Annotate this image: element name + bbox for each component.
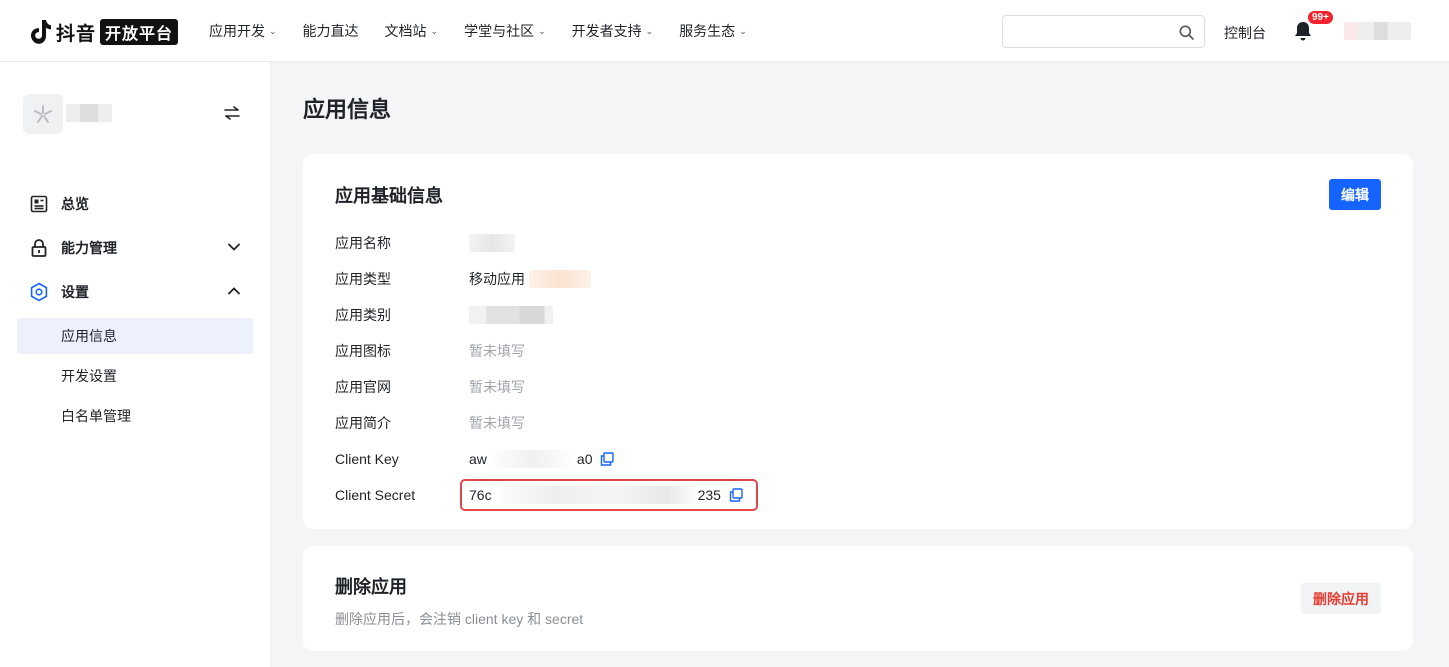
field-label: 应用名称 [335,235,391,251]
nav-item-capabilities[interactable]: 能力直达 [303,21,359,41]
nav-item-dev-support[interactable]: 开发者支持 ⌄ [572,21,654,41]
field-value: 暂未填写 [469,415,525,431]
nav-label: 应用开发 [209,23,265,39]
delete-app-description: 删除应用后，会注销 client key 和 secret [335,611,584,627]
delete-app-button[interactable]: 删除应用 [1301,583,1381,614]
sidebar-item-settings[interactable]: 设置 [17,270,253,314]
nav-item-academy[interactable]: 学堂与社区 ⌄ [464,21,546,41]
chevron-down-icon: ⌄ [645,25,654,36]
sidebar-subitem-app-info[interactable]: 应用信息 [17,318,253,354]
nav-label: 文档站 [384,23,427,39]
brand-logo[interactable]: 抖音 开放平台 [30,18,179,46]
field-app-name: 应用名称 [335,233,515,253]
client-key-prefix: aw [469,451,487,467]
app-placeholder-icon [34,105,52,123]
sidebar-subitem-whitelist[interactable]: 白名单管理 [17,398,253,434]
dashboard-icon [29,194,49,214]
douyin-logo-icon [30,19,52,45]
field-app-icon: 应用图标 暂未填写 [335,341,525,361]
basic-info-card: 应用基础信息 编辑 应用名称 应用类型 移动应用 应用类别 应用图标 暂未填写 … [303,154,1413,529]
search-input[interactable] [1002,15,1205,48]
field-label: 应用类别 [335,307,391,323]
chevron-up-icon [228,287,240,295]
settings-hexagon-icon [29,282,49,302]
field-app-category: 应用类别 [335,305,553,325]
redacted-value [469,234,515,252]
brand-badge: 开放平台 [100,19,179,45]
sidebar-menu: 总览 能力管理 设置 应用信息 开发设置 白名单管理 [17,182,253,438]
field-client-key: Client Key aw a0 [335,449,615,469]
brand-name: 抖音 [56,23,97,45]
nav-item-docs[interactable]: 文档站 ⌄ [385,21,439,41]
chevron-down-icon: ⌄ [269,25,277,36]
delete-app-card: 删除应用 删除应用后，会注销 client key 和 secret 删除应用 [303,546,1413,651]
nav-item-ecosystem[interactable]: 服务生态 ⌄ [679,21,747,41]
app-type-text: 移动应用 [469,271,525,287]
nav-label: 能力直达 [302,23,359,39]
console-link[interactable]: 控制台 [1224,23,1266,43]
chevron-down-icon: ⌄ [430,25,439,36]
field-label: 应用类型 [335,271,391,287]
card-title: 应用基础信息 [335,186,443,206]
redacted-value [469,306,553,324]
nav-label: 开发者支持 [571,23,642,39]
redacted-value [486,450,577,468]
redacted-tag [529,270,591,288]
search-icon[interactable] [1179,25,1194,40]
field-value: aw a0 [469,450,615,468]
page-title: 应用信息 [303,97,392,122]
sidebar: 总览 能力管理 设置 应用信息 开发设置 白名单管理 [0,62,271,667]
delete-app-title: 删除应用 [335,577,407,597]
app-avatar [23,94,63,134]
user-avatar[interactable] [1344,22,1411,40]
nav-label: 学堂与社区 [464,23,535,39]
main-nav: 应用开发 ⌄ 能力直达 文档站 ⌄ 学堂与社区 ⌄ 开发者支持 ⌄ 服务生态 ⌄ [209,0,773,62]
field-value [469,234,515,252]
sidebar-item-capability-management[interactable]: 能力管理 [17,226,253,270]
chevron-down-icon: ⌄ [538,25,546,36]
nav-label: 服务生态 [679,23,736,39]
field-value: 暂未填写 [469,343,525,359]
sidebar-item-label: 能力管理 [61,240,117,256]
switch-app-icon[interactable] [224,106,240,125]
field-value: 暂未填写 [469,379,525,395]
top-navigation-bar: 抖音 开放平台 应用开发 ⌄ 能力直达 文档站 ⌄ 学堂与社区 ⌄ 开发者支持 … [0,0,1449,62]
field-label: 应用图标 [335,343,391,359]
lock-icon [29,238,49,258]
sidebar-item-overview[interactable]: 总览 [17,182,253,226]
app-name [66,104,112,122]
chevron-down-icon: ⌄ [739,25,747,36]
nav-item-app-dev[interactable]: 应用开发 ⌄ [209,21,277,41]
field-app-type: 应用类型 移动应用 [335,269,591,289]
client-secret-highlight-box [460,479,758,511]
sidebar-item-label: 总览 [61,196,89,212]
chevron-down-icon [228,243,240,251]
field-value: 移动应用 [469,269,591,289]
field-app-intro: 应用简介 暂未填写 [335,413,525,433]
field-label: Client Key [335,451,399,467]
copy-client-key-icon[interactable] [600,452,615,466]
field-value [469,306,553,324]
edit-button[interactable]: 编辑 [1329,179,1381,210]
field-app-website: 应用官网 暂未填写 [335,377,525,397]
notification-count-badge: 99+ [1307,10,1334,25]
sidebar-item-label: 应用信息 [61,328,117,344]
field-label: 应用简介 [335,415,391,431]
sidebar-item-label: 设置 [61,284,89,300]
client-key-suffix: a0 [576,451,593,467]
sidebar-subitem-dev-settings[interactable]: 开发设置 [17,358,253,394]
sidebar-item-label: 开发设置 [61,368,117,384]
field-label: 应用官网 [335,379,391,395]
sidebar-item-label: 白名单管理 [61,408,131,424]
field-label: Client Secret [335,487,416,503]
